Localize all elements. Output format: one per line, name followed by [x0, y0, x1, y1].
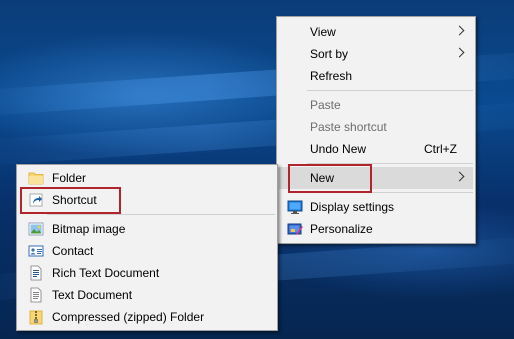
- submenu-item-rich-text-document[interactable]: Rich Text Document: [19, 262, 275, 284]
- menu-item-label: Undo New: [310, 142, 367, 156]
- highlight-box-shortcut: [20, 187, 121, 214]
- menu-item-refresh[interactable]: Refresh: [279, 65, 473, 87]
- submenu-item-folder[interactable]: Folder: [19, 167, 275, 189]
- menu-separator: [47, 214, 275, 215]
- menu-item-shortcut-key: Ctrl+Z: [424, 142, 457, 156]
- submenu-item-bitmap-image[interactable]: Bitmap image: [19, 218, 275, 240]
- submenu-item-label: Folder: [52, 171, 87, 185]
- submenu-item-label: Contact: [52, 244, 94, 258]
- submenu-item-compressed-folder[interactable]: Compressed (zipped) Folder: [19, 306, 275, 328]
- menu-item-paste[interactable]: Paste: [279, 94, 473, 116]
- menu-item-label: Paste: [310, 98, 341, 112]
- menu-item-label: Sort by: [310, 47, 349, 61]
- bitmap-image-icon: [28, 221, 44, 237]
- chevron-right-icon: [454, 25, 465, 36]
- chevron-right-icon: [454, 171, 465, 182]
- rich-text-document-icon: [28, 265, 44, 281]
- menu-item-label: Refresh: [310, 69, 353, 83]
- menu-item-sort-by[interactable]: Sort by: [279, 43, 473, 65]
- menu-item-personalize[interactable]: Personalize: [279, 218, 473, 240]
- submenu-item-label: Rich Text Document: [52, 266, 160, 280]
- submenu-item-contact[interactable]: Contact: [19, 240, 275, 262]
- desktop-context-menu: View Sort by Refresh Paste Paste shortcu…: [276, 16, 476, 244]
- menu-item-display-settings[interactable]: Display settings: [279, 196, 473, 218]
- submenu-item-label: Compressed (zipped) Folder: [52, 310, 205, 324]
- menu-item-paste-shortcut[interactable]: Paste shortcut: [279, 116, 473, 138]
- zip-folder-icon: [28, 309, 44, 325]
- highlight-box-new: [288, 164, 372, 193]
- contact-icon: [28, 243, 44, 259]
- menu-item-label: Display settings: [310, 200, 395, 214]
- submenu-item-label: Bitmap image: [52, 222, 126, 236]
- personalize-icon: [287, 221, 303, 237]
- submenu-item-text-document[interactable]: Text Document: [19, 284, 275, 306]
- menu-item-label: View: [310, 25, 336, 39]
- menu-item-label: Paste shortcut: [310, 120, 387, 134]
- menu-separator: [307, 90, 473, 91]
- folder-icon: [28, 170, 44, 186]
- menu-item-label: Personalize: [310, 222, 373, 236]
- menu-item-view[interactable]: View: [279, 21, 473, 43]
- menu-item-undo-new[interactable]: Undo New Ctrl+Z: [279, 138, 473, 160]
- chevron-right-icon: [454, 47, 465, 58]
- display-settings-icon: [287, 199, 303, 215]
- submenu-item-label: Text Document: [52, 288, 133, 302]
- text-document-icon: [28, 287, 44, 303]
